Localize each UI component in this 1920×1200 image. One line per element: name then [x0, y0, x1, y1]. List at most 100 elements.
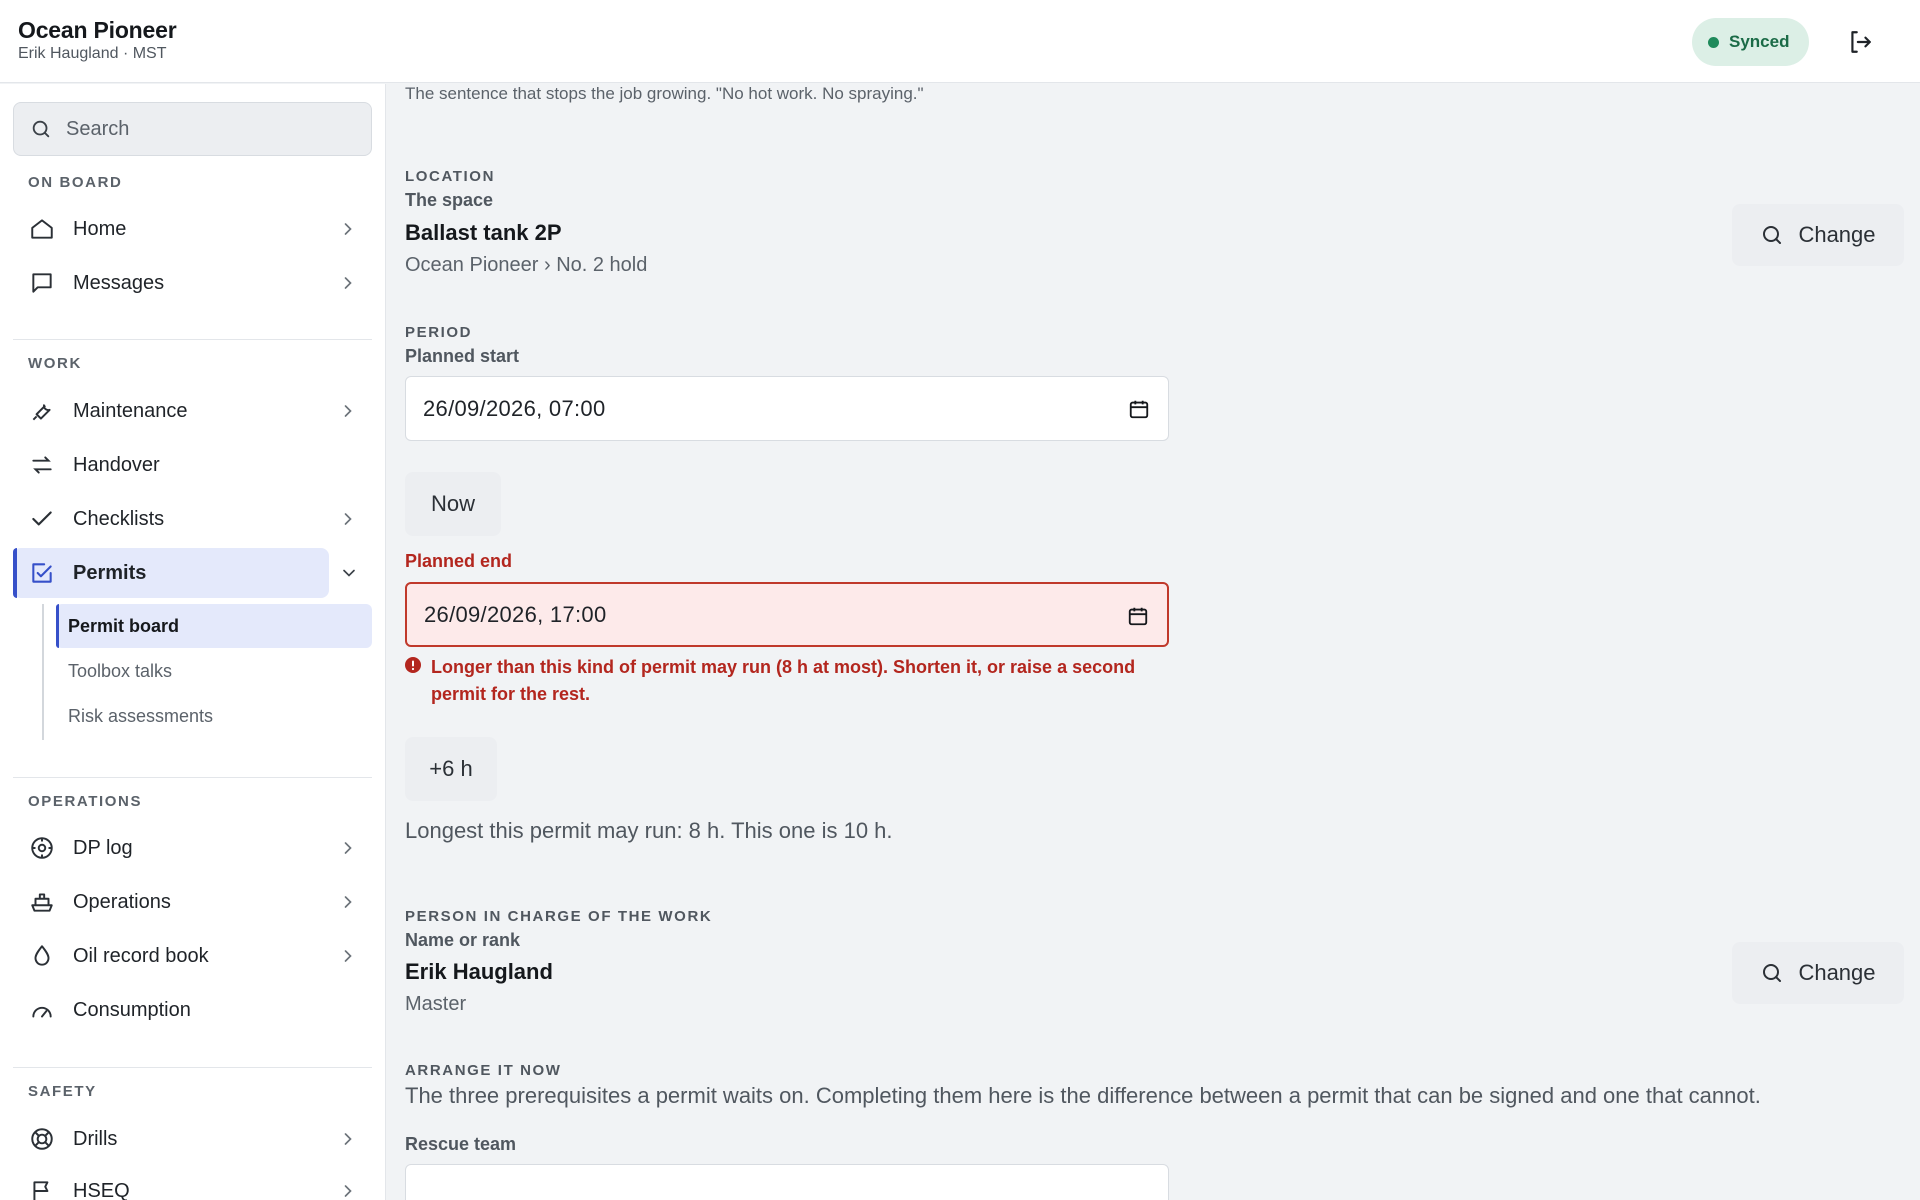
person-name: Erik Haugland	[405, 959, 553, 984]
change-label: Change	[1798, 960, 1876, 985]
permit-form: The sentence that stops the job growing.…	[387, 84, 1920, 1200]
sidebar-item-permits[interactable]: Permits	[13, 548, 355, 598]
chevron-right-icon	[344, 1133, 352, 1145]
sidebar-item-label: Drills	[73, 1127, 118, 1150]
scope-note: The sentence that stops the job growing.…	[405, 84, 924, 103]
message-icon	[32, 273, 52, 293]
location-field-label: The space	[405, 190, 494, 210]
section-on-board: ON BOARD	[28, 174, 123, 191]
sidebar-subitem-permit-board[interactable]: Permit board	[56, 604, 372, 648]
sidebar: ON BOARD Home Messages WORK Maintenance …	[0, 84, 386, 1200]
chevron-right-icon	[344, 405, 352, 417]
planned-end-label: Planned end	[405, 551, 513, 571]
sidebar-item-handover[interactable]: Handover	[13, 440, 372, 490]
sidebar-item-label: Checklists	[73, 507, 165, 530]
period-section-title: PERIOD	[405, 324, 473, 341]
person-section-title: PERSON IN CHARGE OF THE WORK	[405, 908, 713, 925]
chevron-right-icon	[344, 223, 352, 235]
lifebuoy-icon	[31, 1128, 53, 1150]
sidebar-item-messages[interactable]: Messages	[13, 258, 372, 308]
planned-start-input[interactable]: 26/09/2026, 07:00	[405, 376, 1169, 441]
sidebar-item-label: DP log	[73, 836, 133, 859]
divider	[13, 339, 372, 340]
sidebar-item-checklists[interactable]: Checklists	[13, 494, 372, 544]
flag-icon	[33, 1181, 49, 1200]
duration-limit-note: Longest this permit may run: 8 h. This o…	[405, 818, 893, 843]
dp-log-icon	[31, 837, 53, 859]
permit-icon	[32, 563, 52, 583]
error-icon	[405, 657, 421, 673]
change-label: Change	[1798, 222, 1876, 247]
location-value: Ballast tank 2P	[405, 220, 562, 245]
chevron-down-icon	[343, 569, 355, 577]
sidebar-subitem-risk-assessments[interactable]: Risk assessments	[56, 694, 372, 738]
person-field-label: Name or rank	[405, 930, 521, 950]
vessel-name: Ocean Pioneer	[18, 17, 177, 43]
sync-status-badge: Synced	[1692, 18, 1810, 66]
sidebar-item-label: HSEQ	[73, 1179, 130, 1200]
sidebar-item-drills[interactable]: Drills	[13, 1114, 372, 1164]
chevron-right-icon	[344, 842, 352, 854]
section-work: WORK	[28, 355, 82, 372]
divider	[13, 1067, 372, 1068]
section-safety: SAFETY	[28, 1083, 97, 1100]
logout-icon	[1851, 31, 1871, 53]
planned-start-value: 26/09/2026, 07:00	[423, 395, 606, 421]
sidebar-item-maintenance[interactable]: Maintenance	[13, 386, 372, 436]
chevron-right-icon	[344, 950, 352, 962]
location-path: Ocean Pioneer › No. 2 hold	[405, 254, 648, 276]
sidebar-item-hseq[interactable]: HSEQ	[13, 1166, 372, 1200]
sidebar-item-dp-log[interactable]: DP log	[13, 823, 372, 873]
search-box[interactable]	[13, 102, 372, 156]
sidebar-item-consumption[interactable]: Consumption	[13, 985, 372, 1035]
error-message: Longer than this kind of permit may run …	[431, 657, 1136, 704]
gauge-icon	[32, 1006, 52, 1018]
add-6h-button[interactable]: +6 h	[405, 737, 497, 801]
check-icon	[32, 511, 52, 526]
calendar-icon[interactable]	[1127, 605, 1149, 627]
change-location-button[interactable]: Change	[1732, 204, 1904, 266]
now-button[interactable]: Now	[405, 472, 501, 536]
planned-start-label: Planned start	[405, 346, 520, 366]
sidebar-item-label: Operations	[73, 890, 171, 913]
sidebar-item-label: Permits	[73, 561, 147, 584]
search-icon	[32, 120, 50, 138]
droplet-icon	[34, 945, 50, 966]
divider	[13, 777, 372, 778]
logout-button[interactable]	[1844, 26, 1876, 58]
rescue-team-label: Rescue team	[405, 1134, 517, 1154]
arrange-description: The three prerequisites a permit waits o…	[405, 1083, 1761, 1108]
submenu-track	[42, 604, 44, 740]
wrench-icon	[32, 404, 51, 421]
sidebar-item-label: Messages	[73, 271, 165, 294]
ship-icon	[31, 893, 53, 912]
chevron-right-icon	[344, 1185, 352, 1197]
sync-dot-icon	[1708, 36, 1719, 48]
sidebar-item-operations[interactable]: Operations	[13, 877, 372, 927]
location-section-title: LOCATION	[405, 168, 496, 185]
sidebar-item-label: Handover	[73, 453, 160, 476]
rescue-team-input[interactable]	[405, 1164, 1169, 1200]
sidebar-item-label: Consumption	[73, 998, 191, 1021]
chevron-right-icon	[344, 277, 352, 289]
section-operations: OPERATIONS	[28, 793, 143, 810]
sync-status-label: Synced	[1729, 32, 1790, 51]
chevron-right-icon	[344, 896, 352, 908]
chevron-right-icon	[344, 513, 352, 525]
sidebar-item-oil-record-book[interactable]: Oil record book	[13, 931, 372, 981]
change-person-button[interactable]: Change	[1732, 942, 1904, 1004]
search-icon	[1763, 226, 1782, 244]
sidebar-subitem-toolbox-talks[interactable]: Toolbox talks	[56, 649, 372, 693]
search-input[interactable]	[66, 117, 356, 141]
sidebar-item-home[interactable]: Home	[13, 204, 372, 254]
home-icon	[31, 219, 53, 239]
top-bar: Ocean Pioneer Erik Haugland · MST Synced	[0, 0, 1920, 83]
search-icon	[1763, 964, 1782, 982]
person-rank: Master	[405, 993, 467, 1015]
user-line: Erik Haugland · MST	[18, 45, 167, 62]
sidebar-item-label: Oil record book	[73, 944, 209, 967]
swap-icon	[32, 456, 52, 474]
calendar-icon[interactable]	[1128, 398, 1150, 420]
arrange-section-title: ARRANGE IT NOW	[405, 1062, 562, 1079]
planned-end-input[interactable]: 26/09/2026, 17:00	[405, 582, 1169, 647]
